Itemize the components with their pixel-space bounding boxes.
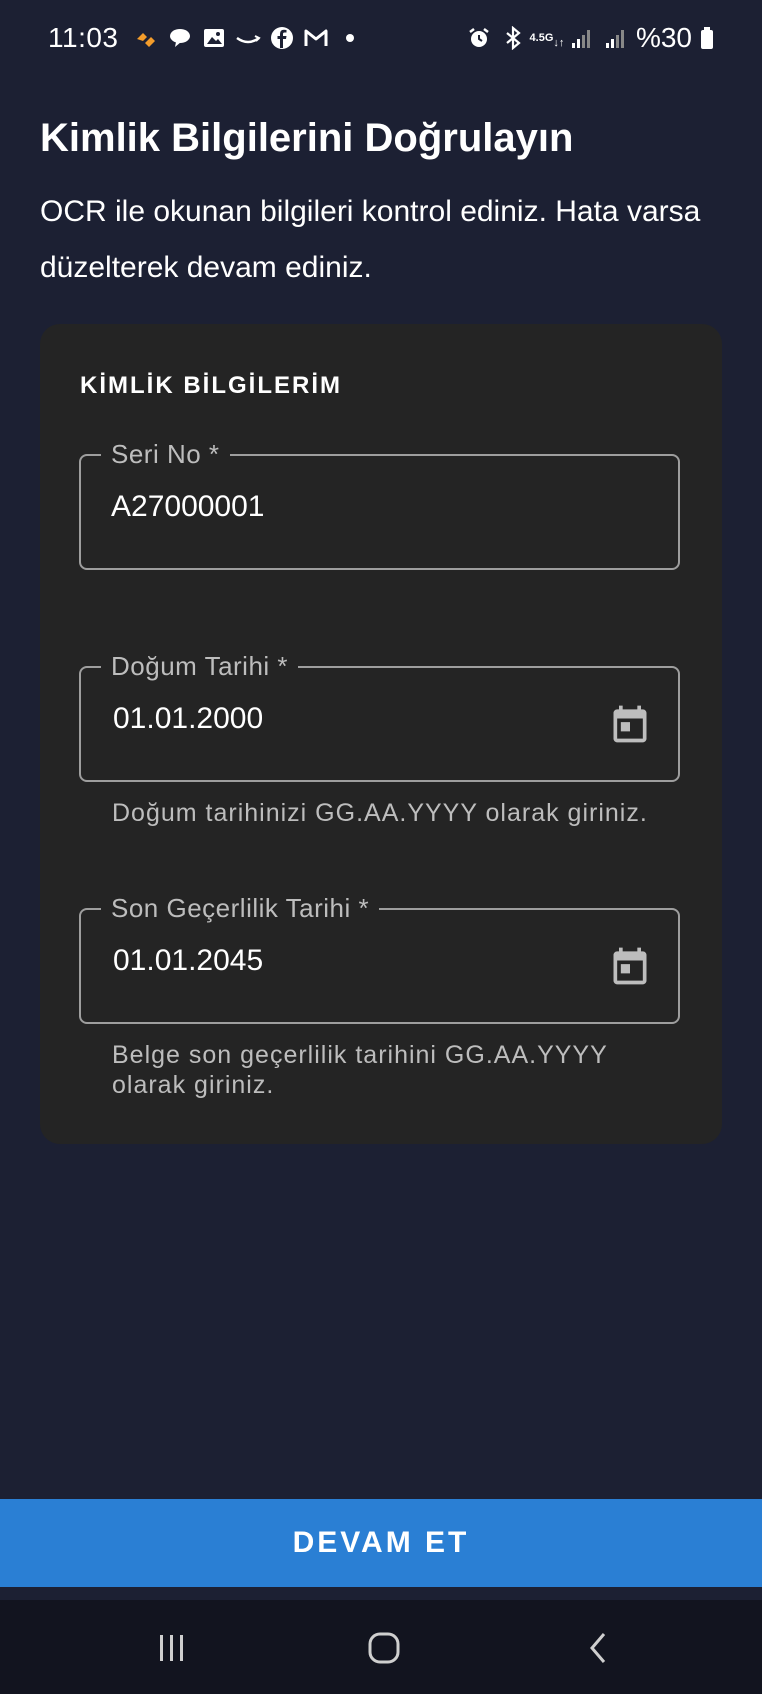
network-icon: 4.5G ↓↑ [529, 31, 565, 49]
status-bar: 11:03 4.5G ↓↑ %30 [0, 0, 762, 84]
status-time: 11:03 [48, 22, 119, 53]
dot-icon [337, 25, 363, 51]
signal-icon [602, 25, 628, 51]
expiry-date-helper: Belge son geçerlilik tarihini GG.AA.YYYY… [112, 1041, 608, 1099]
expiry-date-label: Son Geçerlilik Tarihi * [101, 892, 380, 924]
birth-date-input[interactable] [113, 702, 583, 736]
continue-button[interactable]: DEVAM ET [0, 1499, 762, 1587]
page-subtitle: OCR ile okunan bilgileri kontrol ediniz.… [40, 195, 701, 284]
birth-date-field[interactable]: Doğum Tarihi * [79, 650, 680, 782]
recent-apps-icon[interactable] [150, 1626, 194, 1670]
gmail-icon [303, 25, 329, 51]
battery-percent: %30 [635, 22, 692, 53]
system-nav-bar [0, 1600, 762, 1694]
amazon-icon [235, 25, 261, 51]
calendar-icon[interactable] [608, 944, 652, 988]
back-icon[interactable] [576, 1626, 620, 1670]
birth-date-label: Doğum Tarihi * [101, 650, 299, 682]
facebook-icon [269, 25, 295, 51]
status-left: 11:03 [48, 22, 363, 54]
expiry-date-input[interactable] [113, 944, 583, 978]
serial-no-input[interactable] [111, 490, 581, 524]
bluetooth-icon [500, 25, 526, 51]
battery-icon [700, 25, 714, 51]
identity-card: KİMLİK BİLGİLERİM Seri No * Doğum Tarihi… [40, 324, 722, 1144]
home-icon[interactable] [362, 1626, 406, 1670]
chat-icon [167, 25, 193, 51]
network-label: 4.5G [529, 31, 554, 44]
signal-icon [568, 25, 594, 51]
expiry-date-field[interactable]: Son Geçerlilik Tarihi * [79, 892, 680, 1024]
calendar-icon[interactable] [608, 702, 652, 746]
alarm-icon [466, 25, 492, 51]
activity-icon [133, 25, 159, 51]
birth-date-helper: Doğum tarihinizi GG.AA.YYYY olarak girin… [112, 799, 648, 827]
page-title: Kimlik Bilgilerini Doğrulayın [40, 116, 574, 160]
serial-no-field[interactable]: Seri No * [79, 438, 680, 570]
serial-no-label: Seri No * [101, 438, 230, 470]
gallery-icon [201, 25, 227, 51]
status-right: 4.5G ↓↑ %30 [466, 22, 714, 54]
card-title: KİMLİK BİLGİLERİM [80, 372, 342, 399]
